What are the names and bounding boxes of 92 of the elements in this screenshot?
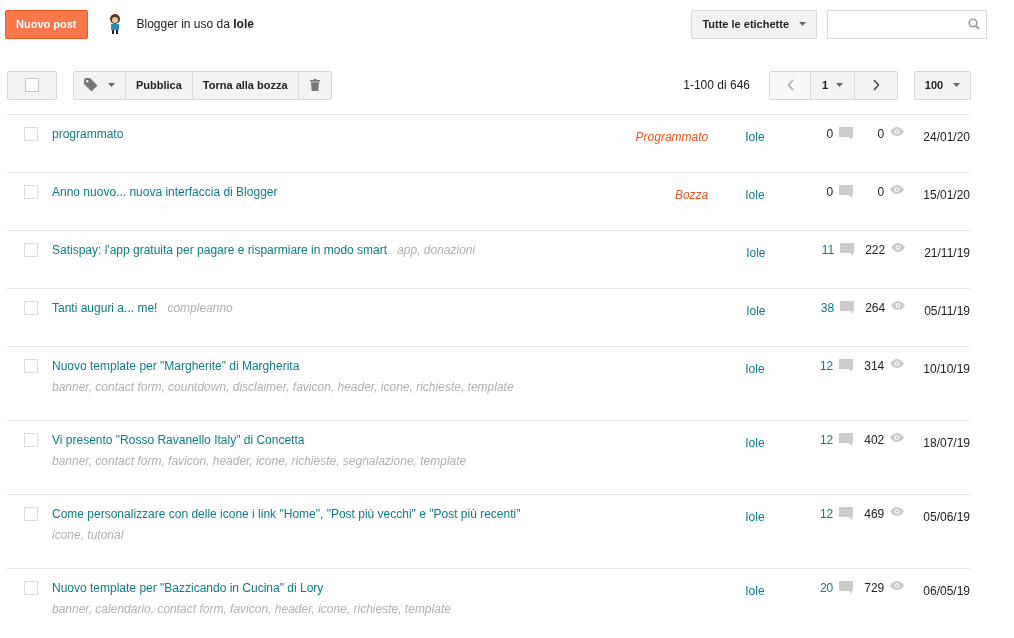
post-labels: banner, contact form, favicon, header, icone, richieste, segnalazione, template xyxy=(52,453,468,470)
post-checkbox[interactable] xyxy=(24,185,38,199)
view-count: 264 xyxy=(865,300,886,317)
chevron-left-icon xyxy=(786,79,794,91)
post-status: Bozza xyxy=(673,187,709,204)
comment-count-link[interactable]: 12 xyxy=(819,357,834,375)
post-date: 05/11/19 xyxy=(924,303,970,320)
comment-count-link[interactable]: 11 xyxy=(821,241,835,259)
caret-icon xyxy=(799,22,806,26)
post-labels: icone, tutorial xyxy=(52,527,125,544)
post-checkbox[interactable] xyxy=(24,301,38,315)
post-title-link[interactable]: Nuovo template per "Margherite" di Margherita xyxy=(52,357,300,375)
range-text: 1-100 di 646 xyxy=(683,77,750,94)
author-link[interactable]: Iole xyxy=(745,128,796,146)
tag-icon xyxy=(84,78,98,92)
post-date: 21/11/19 xyxy=(924,245,970,262)
post-checkbox[interactable] xyxy=(24,127,38,141)
search-field[interactable] xyxy=(827,9,987,39)
comment-count-link[interactable]: 12 xyxy=(819,431,834,449)
trash-icon xyxy=(309,79,320,91)
eye-icon xyxy=(891,301,906,310)
view-count: 729 xyxy=(864,580,885,597)
labels-dropdown[interactable]: Tutte le etichette xyxy=(691,9,817,39)
author-link[interactable]: Iole xyxy=(745,360,796,378)
post-date: 10/10/19 xyxy=(923,361,970,378)
author-link[interactable]: Iole xyxy=(745,434,796,452)
comment-count-link[interactable]: 20 xyxy=(819,579,834,597)
comment-count-link[interactable]: 12 xyxy=(819,505,834,523)
author-link[interactable]: Iole xyxy=(745,186,796,204)
per-page-dropdown[interactable]: 100 xyxy=(914,70,971,100)
post-checkbox[interactable] xyxy=(24,581,38,595)
post-title-link[interactable]: programmato xyxy=(52,125,124,143)
revert-to-draft-button[interactable]: Torna alla bozza xyxy=(192,71,299,99)
comment-icon xyxy=(839,185,854,198)
caret-icon xyxy=(108,83,115,87)
post-date: 06/05/19 xyxy=(923,583,970,600)
eye-icon xyxy=(890,359,905,368)
eye-icon xyxy=(891,243,906,252)
post-date: 15/01/20 xyxy=(923,187,970,204)
view-count: 222 xyxy=(865,242,886,259)
post-checkbox[interactable] xyxy=(24,359,38,373)
eye-icon xyxy=(890,127,905,136)
post-labels: compleanno xyxy=(167,300,233,317)
post-date: 18/07/19 xyxy=(923,435,970,452)
post-date: 05/06/19 xyxy=(923,509,970,526)
post-title-link[interactable]: Satispay: l'app gratuita per pagare e risparmiare in modo smart xyxy=(52,241,388,259)
comment-icon xyxy=(840,243,855,256)
author-link[interactable]: Iole xyxy=(745,508,796,526)
caret-icon xyxy=(953,83,961,87)
eye-icon xyxy=(890,581,905,590)
post-checkbox[interactable] xyxy=(24,433,38,447)
comment-icon xyxy=(839,581,854,594)
eye-icon xyxy=(890,433,905,442)
publish-button[interactable]: Pubblica xyxy=(126,71,193,99)
new-post-button[interactable]: Nuovo post xyxy=(5,9,88,39)
select-all-button[interactable] xyxy=(7,70,57,100)
post-title-link[interactable]: Come personalizzare con delle icone i link "Home", "Post più vecchi" e "Post più recenti" xyxy=(52,505,521,523)
eye-icon xyxy=(890,185,905,194)
comment-icon xyxy=(840,301,855,314)
post-labels: banner, calendario, contact form, favicon, header, icone, richieste, template xyxy=(52,601,452,618)
comment-count-link[interactable]: 38 xyxy=(820,299,835,317)
view-count: 469 xyxy=(864,506,885,523)
post-checkbox[interactable] xyxy=(24,507,38,521)
view-count: 314 xyxy=(864,358,885,375)
view-count: 0 xyxy=(877,184,885,201)
comment-icon xyxy=(839,359,854,372)
comment-icon xyxy=(839,127,854,140)
author-link[interactable]: Iole xyxy=(746,244,797,262)
post-title-link[interactable]: Nuovo template per "Bazzicando in Cucina" di Lory xyxy=(52,579,324,597)
view-count: 0 xyxy=(877,126,885,143)
previous-page-button[interactable] xyxy=(770,71,811,99)
post-status: Programmato xyxy=(634,129,709,146)
comment-count: 0 xyxy=(826,126,834,143)
post-labels: banner, contact form, countdown, disclaimer, favicon, header, icone, richieste, template xyxy=(52,379,515,396)
caret-icon xyxy=(836,83,844,87)
comment-icon xyxy=(839,433,854,446)
author-link[interactable]: Iole xyxy=(746,302,797,320)
comment-count: 0 xyxy=(826,184,834,201)
user-text: Blogger in uso da Iole xyxy=(136,16,254,33)
view-count: 402 xyxy=(864,432,885,449)
post-title-link[interactable]: Vi presento "Rosso Ravanello Italy" di Concetta xyxy=(52,431,305,449)
select-all-checkbox[interactable] xyxy=(25,78,39,92)
comment-icon xyxy=(839,507,854,520)
author-link[interactable]: Iole xyxy=(745,582,796,600)
post-title-link[interactable]: Anno nuovo... nuova interfaccia di Blogger xyxy=(52,183,278,201)
post-checkbox[interactable] xyxy=(24,243,38,257)
post-date: 24/01/20 xyxy=(923,129,970,146)
chevron-right-icon xyxy=(872,79,880,91)
post-title-link[interactable]: Tanti auguri a... me! xyxy=(52,299,158,317)
search-icon xyxy=(968,18,980,30)
eye-icon xyxy=(890,507,905,516)
post-labels: app, donazioni xyxy=(397,242,476,259)
